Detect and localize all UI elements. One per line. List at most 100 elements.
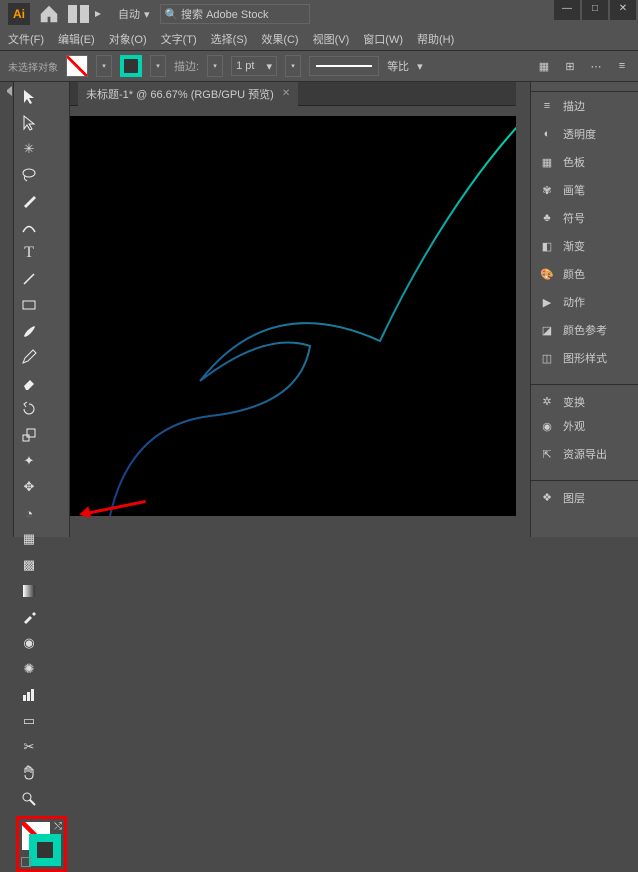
line-tool[interactable] [16,266,42,292]
default-fill-stroke-icon[interactable] [21,857,31,867]
search-placeholder: 搜索 Adobe Stock [181,6,268,22]
fill-dropdown[interactable]: ▾ [96,55,112,77]
maximize-button[interactable]: □ [582,0,608,20]
slice-tool[interactable]: ✂ [16,734,42,760]
curvature-tool[interactable] [16,214,42,240]
zoom-tool[interactable] [16,786,42,812]
panel-brushes[interactable]: ✾画笔 [531,176,638,204]
hand-tool[interactable] [16,760,42,786]
panel-label: 颜色 [563,266,585,282]
panel-swatches[interactable]: ▦色板 [531,148,638,176]
transform-panel-icon[interactable]: ⊞ [562,58,578,74]
type-tool[interactable]: T [16,240,42,266]
panel-color[interactable]: 🎨 颜色 [531,260,638,288]
menu-select[interactable]: 选择(S) [211,31,248,47]
selection-tool[interactable] [16,84,42,110]
stroke-dropdown[interactable]: ▾ [150,55,166,77]
brushes-icon: ✾ [539,182,555,198]
direct-selection-tool[interactable] [16,110,42,136]
lasso-tool[interactable] [16,162,42,188]
panel-menu-icon[interactable]: ≡ [614,58,630,74]
menu-edit[interactable]: 编辑(E) [58,31,95,47]
panel-label: 动作 [563,294,585,310]
left-edge-strip [0,82,14,537]
tab-close-icon[interactable]: ✕ [282,88,290,99]
width-tool[interactable]: ✦ [16,448,42,474]
panel-symbols[interactable]: ♣ 符号 [531,204,638,232]
arrange-docs-button[interactable] [68,3,104,25]
stroke-panel-link[interactable]: ▾ [207,55,223,77]
panel-actions[interactable]: ▶ 动作 [531,288,638,316]
stroke-weight-dropdown[interactable]: ▾ [285,55,301,77]
workspace-label: 自动 [118,6,140,22]
stroke-weight-input[interactable]: 1 pt▾ [231,56,277,76]
menu-help[interactable]: 帮助(H) [417,31,454,47]
menu-file[interactable]: 文件(F) [8,31,44,47]
scale-mode-label[interactable]: 等比 [387,58,409,74]
toolbox-stroke-swatch[interactable] [29,834,61,866]
panel-transform[interactable]: ✲变换 [531,384,638,412]
prefs-icon[interactable]: ⋯ [588,58,604,74]
panel-transparency[interactable]: ◐透明度 [531,120,638,148]
panel-appearance[interactable]: ◉外观 [531,412,638,440]
magic-wand-tool[interactable]: ✳ [16,136,42,162]
stock-search-input[interactable]: 🔍 搜索 Adobe Stock [160,4,310,24]
actions-icon: ▶ [539,294,555,310]
stroke-color-swatch[interactable] [120,55,142,77]
minimize-button[interactable]: — [554,0,580,20]
panel-asset-export[interactable]: ⇱资源导出 [531,440,638,468]
scale-tool[interactable] [16,422,42,448]
panel-label: 变换 [563,394,585,410]
panel-gradient[interactable]: ◧渐变 [531,232,638,260]
eyedropper-tool[interactable] [16,604,42,630]
free-transform-tool[interactable]: ✥ [16,474,42,500]
swap-fill-stroke-icon[interactable]: ⤭ [54,821,62,832]
collapse-left-icon[interactable] [2,86,12,96]
panel-label: 符号 [563,210,585,226]
menu-object[interactable]: 对象(O) [109,31,147,47]
blend-tool[interactable]: ◉ [16,630,42,656]
eraser-tool[interactable] [16,370,42,396]
stepper-icon: ▾ [267,60,273,73]
workspace-switcher[interactable]: 自动 ▾ [118,6,150,22]
fill-color-swatch[interactable] [66,55,88,77]
menu-view[interactable]: 视图(V) [313,31,350,47]
search-icon: 🔍 [165,8,179,21]
rectangle-tool[interactable] [16,292,42,318]
mesh-tool[interactable]: ▩ [16,552,42,578]
perspective-tool[interactable]: ▦ [16,526,42,552]
close-button[interactable]: ✕ [610,0,636,20]
symbol-sprayer-tool[interactable]: ✺ [16,656,42,682]
panel-stroke[interactable]: ≡描边 [531,92,638,120]
menu-effect[interactable]: 效果(C) [261,31,298,47]
transparency-icon: ◐ [539,126,555,142]
chevron-down-icon: ▾ [144,8,150,21]
document-tab[interactable]: 未标题-1* @ 66.67% (RGB/GPU 预览) ✕ [78,82,298,106]
canvas[interactable] [70,106,516,537]
layers-icon: ❖ [539,490,555,506]
graphic-styles-icon: ◫ [539,350,555,366]
pencil-tool[interactable] [16,344,42,370]
panel-label: 描边 [563,98,585,114]
rotate-tool[interactable] [16,396,42,422]
paintbrush-tool[interactable] [16,318,42,344]
symbols-icon: ♣ [539,210,555,226]
home-button[interactable] [38,3,60,25]
shape-builder-tool[interactable]: ◔ [16,500,42,526]
graph-tool[interactable] [16,682,42,708]
stroke-label: 描边: [174,58,199,74]
panel-label: 渐变 [563,238,585,254]
menu-window[interactable]: 窗口(W) [363,31,403,47]
artboard-tool[interactable]: ▭ [16,708,42,734]
color-icon: 🎨 [539,266,555,282]
pen-tool[interactable] [16,188,42,214]
asset-export-icon: ⇱ [539,446,555,462]
fill-stroke-control[interactable]: ⤭ [16,816,67,872]
gradient-tool[interactable] [16,578,42,604]
panel-graphic-styles[interactable]: ◫图形样式 [531,344,638,372]
align-panel-icon[interactable]: ▦ [536,58,552,74]
brush-preview[interactable] [309,56,379,76]
panel-color-guide[interactable]: ◪颜色参考 [531,316,638,344]
menu-type[interactable]: 文字(T) [161,31,197,47]
panel-layers[interactable]: ❖图层 [531,480,638,508]
